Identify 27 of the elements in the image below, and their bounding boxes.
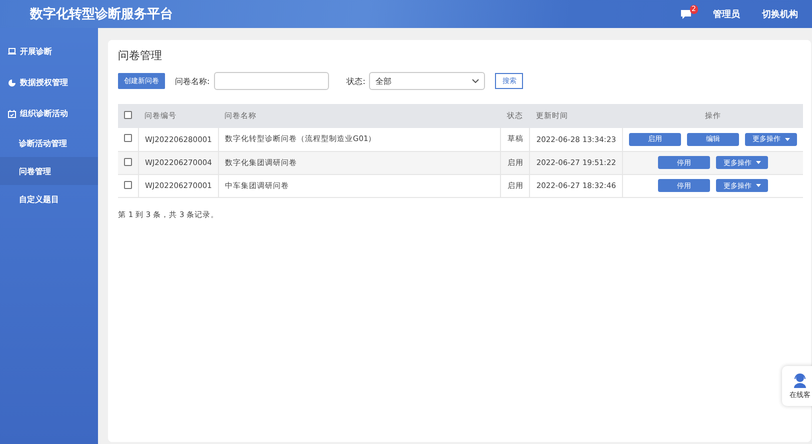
select-all-checkbox[interactable]: [124, 111, 132, 119]
switch-org-link[interactable]: 切换机构: [762, 8, 798, 20]
sidebar-subitem[interactable]: 自定义题目: [0, 185, 98, 213]
user-link[interactable]: 管理员: [713, 8, 740, 20]
name-label: 问卷名称:: [175, 76, 210, 86]
headset-icon: [792, 372, 808, 388]
status-label: 状态:: [346, 76, 366, 86]
name-input-field[interactable]: [214, 72, 329, 90]
page-title: 问卷管理: [118, 48, 163, 63]
caret-icon: [784, 138, 790, 141]
chat-icon[interactable]: [681, 10, 691, 18]
sidebar-item[interactable]: 组织诊断活动: [0, 98, 98, 129]
laptop-icon: [8, 48, 16, 55]
calendar-icon: [8, 110, 16, 118]
chevron-down-icon: [472, 79, 480, 83]
sidebar-subitem[interactable]: 诊断活动管理: [0, 129, 98, 157]
app-title: 数字化转型诊断服务平台: [30, 6, 174, 23]
caret-icon: [756, 161, 760, 164]
pie-chart-icon: [8, 78, 16, 86]
sidebar-subitem[interactable]: 问卷管理: [0, 157, 98, 185]
sidebar-item[interactable]: 开展诊断: [0, 36, 98, 67]
row-checkbox[interactable]: [124, 158, 132, 166]
row-checkbox[interactable]: [124, 180, 132, 188]
row-checkbox[interactable]: [124, 134, 132, 142]
sidebar-item[interactable]: 数据授权管理: [0, 67, 98, 98]
caret-icon: [756, 184, 760, 187]
status-select[interactable]: 全部: [369, 72, 486, 90]
